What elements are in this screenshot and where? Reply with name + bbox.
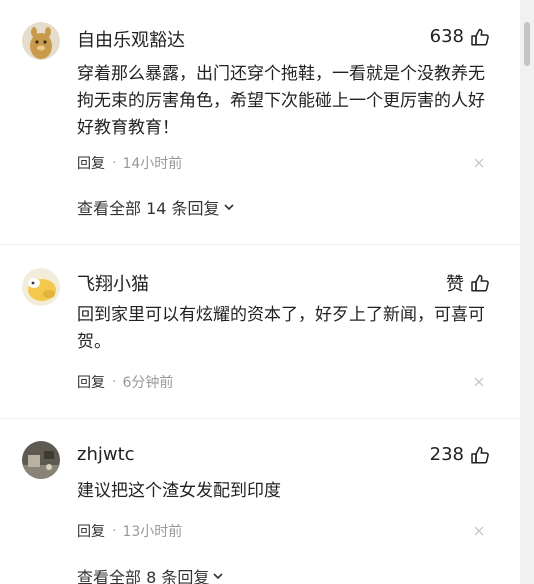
avatar[interactable] [22, 268, 60, 306]
comment-time: 14小时前 [122, 156, 183, 172]
thumbs-up-icon[interactable] [470, 445, 490, 465]
thumbs-up-icon[interactable] [470, 27, 490, 47]
close-icon[interactable] [472, 375, 486, 389]
chevron-down-icon [213, 573, 223, 580]
like-button[interactable]: 赞 [446, 270, 490, 296]
like-button[interactable]: 638 [430, 26, 490, 47]
view-all-replies-button[interactable]: 查看全部 14 条回复 [77, 195, 236, 219]
scrollbar-thumb[interactable] [524, 22, 530, 66]
view-all-replies-button[interactable]: 查看全部 8 条回复 [77, 564, 225, 584]
avatar[interactable] [22, 22, 60, 60]
reply-button[interactable]: 回复 [77, 521, 105, 541]
close-icon[interactable] [472, 156, 486, 170]
view-all-replies-label: 查看全部 14 条回复 [77, 199, 220, 218]
like-count: 赞 [446, 274, 464, 295]
username[interactable]: zhjwtc [77, 444, 135, 465]
like-count: 638 [429, 26, 464, 47]
comment-divider [0, 244, 520, 245]
meta-separator: · [112, 155, 117, 171]
thumbs-up-icon[interactable] [470, 273, 490, 293]
comment-time: 6分钟前 [122, 375, 174, 391]
username[interactable]: 自由乐观豁达 [77, 26, 185, 52]
view-all-replies-label: 查看全部 8 条回复 [77, 568, 210, 584]
comment-time: 13小时前 [122, 524, 183, 540]
close-icon[interactable] [472, 524, 486, 538]
comment-text: 建议把这个渣女发配到印度 [77, 481, 281, 501]
reply-button[interactable]: 回复 [77, 153, 105, 173]
like-button[interactable]: 238 [430, 444, 490, 465]
avatar[interactable] [22, 441, 60, 479]
username[interactable]: 飞翔小猫 [77, 270, 149, 296]
comment-meta: 回复 · 6分钟前 [77, 372, 173, 392]
meta-separator: · [112, 374, 117, 390]
like-count: 238 [429, 444, 464, 465]
comment-meta: 回复 · 14小时前 [77, 153, 182, 173]
comment-divider [0, 418, 520, 419]
reply-button[interactable]: 回复 [77, 372, 105, 392]
comment-meta: 回复 · 13小时前 [77, 521, 182, 541]
comment-text: 回到家里可以有炫耀的资本了，好歹上了新闻，可喜可贺。 [77, 305, 485, 352]
chevron-down-icon [223, 204, 234, 211]
comment-text: 穿着那么暴露，出门还穿个拖鞋，一看就是个没教养无拘无束的厉害角色，希望下次能碰上… [77, 64, 485, 138]
scrollbar[interactable] [520, 0, 534, 584]
meta-separator: · [112, 523, 117, 539]
